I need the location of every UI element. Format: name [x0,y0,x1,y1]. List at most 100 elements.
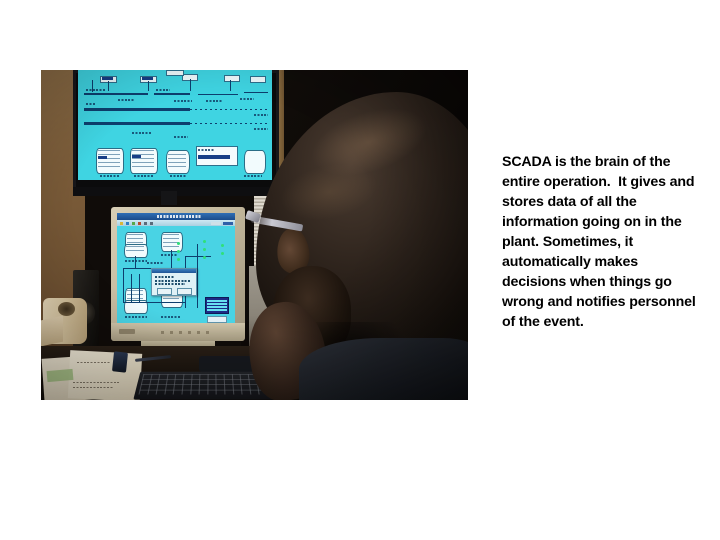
mimic-status-lamp [203,248,206,251]
mimic-status-lamp [177,250,180,253]
toolbar-icon[interactable] [132,221,135,225]
mobile-phone [111,351,129,373]
top-screen-trend-bar [198,155,230,159]
mimic-pipe [185,256,211,257]
top-screen-dashed-run [190,109,270,110]
top-screen-label [86,89,106,91]
top-screen-tank-caption [134,175,154,177]
alarm-row [207,306,227,308]
top-screen-label [254,114,268,116]
top-screen-tank-bands [132,150,154,170]
mimic-label [147,262,163,264]
dialog-cancel-button[interactable] [177,288,192,295]
top-screen-pipe [230,80,231,91]
mimic-pipe [131,274,132,302]
alarm-row [207,309,227,311]
mimic-tank-bands [126,246,144,254]
mimic-label [161,254,177,256]
operator-shoulder [299,338,468,400]
top-screen-header-run [244,92,268,94]
top-screen-main-header [84,122,190,126]
paper-towel-sheet [41,315,63,347]
mimic-pipe [123,302,185,303]
toolbar-icon[interactable] [120,221,123,225]
top-screen-tank-caption [244,175,262,177]
toolbar-icon[interactable] [144,221,147,225]
dialog-title-bar [152,269,196,273]
document-text-line [73,387,113,389]
top-screen-symbol [224,75,240,82]
top-screen-header-run [154,93,190,95]
lower-monitor-logo [119,329,135,334]
top-screen-main-header [84,108,190,112]
top-screen-label [174,100,192,102]
app-window-title-text [157,214,201,218]
top-screen-tank [244,150,266,174]
paper-towel-roll-core [58,302,75,316]
top-screen-label [118,99,134,101]
mouse-pad [199,356,255,372]
top-screen-header-run [84,93,148,95]
top-screen-pipe [108,81,109,91]
document-text-line [77,362,111,364]
top-screen-symbol-fill [102,77,113,80]
mimic-pipe [197,244,198,308]
top-screen-label [86,103,96,105]
toolbar-icon[interactable] [126,221,129,225]
top-screen-tank-caption [100,175,120,177]
top-screen-symbol-fill [142,77,153,80]
mimic-status-lamp [203,256,206,259]
dialog-confirm-button[interactable] [157,288,172,295]
highlighted-form-field [46,368,74,383]
top-screen-tank-caption [170,175,186,177]
top-monitor-screen [78,70,272,180]
top-screen-label [156,89,170,91]
top-screen-pipe [190,79,191,91]
mimic-label [125,316,147,318]
top-screen-dashed-run [190,123,270,124]
alarm-summary-panel[interactable] [205,297,229,314]
slide-caption-text: SCADA is the brain of the entire operati… [502,154,700,330]
mimic-status-lamp [221,244,224,247]
top-monitor-stand [161,191,177,205]
top-screen-header-run [198,94,238,96]
dialog-body-text [155,283,185,285]
top-screen-label [132,132,152,134]
mimic-tank-bands [163,234,179,248]
mimic-status-lamp [203,240,206,243]
alarm-acknowledge-button[interactable] [207,316,227,323]
mimic-pipe [123,268,124,302]
toolbar-status-chip [223,221,233,225]
toolbar-status-chip [211,221,221,225]
mimic-status-lamp [177,258,180,261]
top-screen-tank-value [132,155,141,158]
dialog-heading-text [155,276,175,278]
printed-document [67,350,143,400]
lower-monitor-buttons[interactable] [161,331,213,334]
slide-canvas: SCADA is the brain of the entire operati… [0,0,720,540]
top-screen-symbol [166,70,184,76]
top-screen-label [206,100,222,102]
top-screen-label [254,128,268,130]
mimic-status-lamp [177,242,180,245]
app-window-title-bar [117,213,235,220]
mimic-pipe [171,250,172,268]
top-screen-tank-value [98,156,107,159]
confirmation-dialog[interactable] [151,268,197,296]
top-screen-trend-label [198,149,214,151]
toolbar-icon[interactable] [150,221,153,225]
scada-control-room-photo [41,70,468,400]
mimic-pipe [139,274,140,302]
toolbar-icon[interactable] [138,221,141,225]
top-screen-tank-bands [98,150,120,170]
top-screen-label [174,136,188,138]
alarm-row [207,300,227,302]
mimic-status-lamp [221,252,224,255]
alarm-row [207,303,227,305]
top-screen-label [240,98,254,100]
mimic-label [125,260,147,262]
lower-monitor-screen [117,213,235,323]
document-text-line [73,382,119,384]
mimic-pipe [135,256,136,268]
top-screen-tank-bands [168,154,186,168]
